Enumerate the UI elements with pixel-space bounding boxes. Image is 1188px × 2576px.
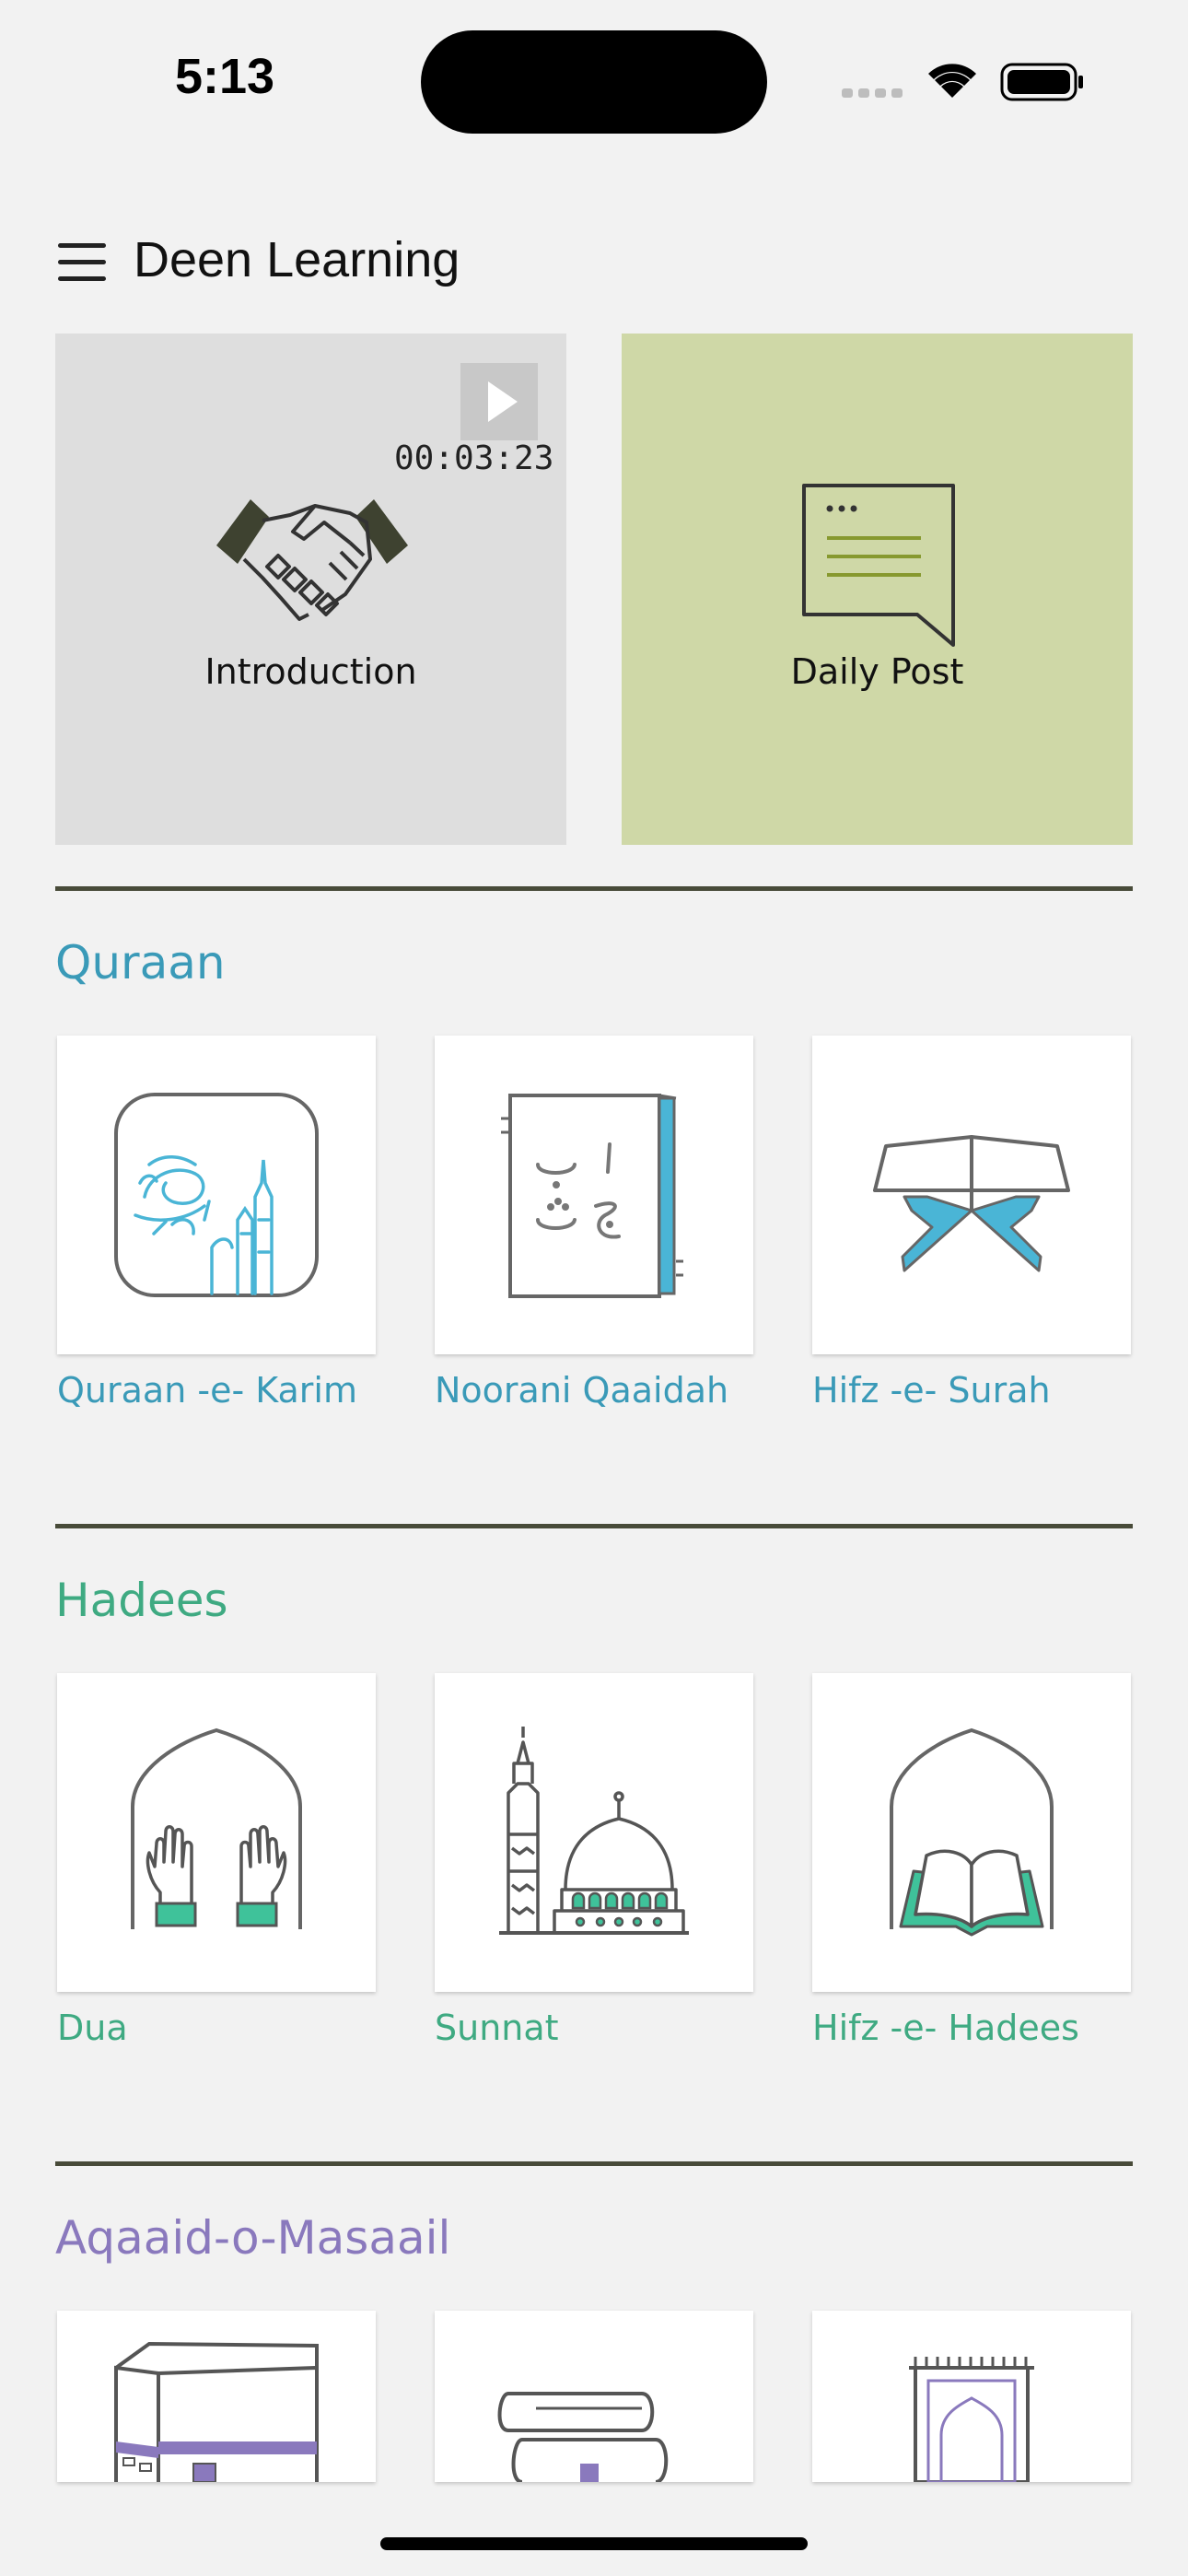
prayer-mat-card[interactable] xyxy=(812,2311,1131,2482)
status-icons xyxy=(842,63,1083,101)
app-title: Deen Learning xyxy=(134,232,460,287)
quran-stand-icon xyxy=(873,1135,1070,1272)
prayer-mat-icon xyxy=(909,2357,1034,2482)
sunnat-card[interactable] xyxy=(435,1673,753,1992)
cellular-signal-icon xyxy=(842,88,903,98)
message-bubble-icon xyxy=(802,484,955,647)
hifz-e-surah-card[interactable] xyxy=(812,1036,1131,1354)
hamburger-icon-line xyxy=(58,260,106,264)
hamburger-icon-line xyxy=(58,243,106,248)
section-divider xyxy=(55,1524,1133,1528)
app-header: Deen Learning xyxy=(0,217,1188,309)
section-title-aqaaid: Aqaaid-o-Masaail xyxy=(55,2211,451,2265)
handshake-icon xyxy=(216,499,408,621)
hifz-e-surah-label[interactable]: Hifz -e- Surah xyxy=(812,1370,1051,1411)
status-time: 5:13 xyxy=(175,49,275,104)
introduction-label: Introduction xyxy=(204,651,417,692)
arabic-alphabet-book-icon xyxy=(501,1094,683,1298)
menu-button[interactable] xyxy=(55,240,109,286)
sunnat-label[interactable]: Sunnat xyxy=(435,2008,559,2048)
dynamic-island xyxy=(421,30,767,134)
section-title-hadees: Hadees xyxy=(55,1574,228,1627)
dua-card[interactable] xyxy=(57,1673,376,1992)
video-duration: 00:03:23 xyxy=(394,439,554,477)
section-divider xyxy=(55,2161,1133,2166)
play-icon xyxy=(488,381,518,422)
hifz-e-hadees-label[interactable]: Hifz -e- Hadees xyxy=(812,2008,1079,2048)
noorani-qaaidah-card[interactable] xyxy=(435,1036,753,1354)
quran-calligraphy-icon xyxy=(114,1093,319,1297)
kaaba-card[interactable] xyxy=(57,2311,376,2482)
open-book-arch-icon xyxy=(890,1727,1054,1937)
battery-icon xyxy=(1000,63,1083,101)
books-card[interactable] xyxy=(435,2311,753,2482)
kaaba-icon xyxy=(114,2341,319,2482)
play-button[interactable] xyxy=(460,363,538,440)
section-title-quraan: Quraan xyxy=(55,936,226,989)
home-indicator[interactable] xyxy=(380,2537,808,2550)
hamburger-icon-line xyxy=(58,276,106,281)
hifz-e-hadees-card[interactable] xyxy=(812,1673,1131,1992)
status-bar: 5:13 xyxy=(0,0,1188,166)
daily-post-label: Daily Post xyxy=(790,651,964,692)
daily-post-tile[interactable]: Daily Post xyxy=(622,334,1133,845)
introduction-tile[interactable]: 00:03:23 Introduction xyxy=(55,334,566,845)
quraan-e-karim-label[interactable]: Quraan -e- Karim xyxy=(57,1370,357,1411)
noorani-qaaidah-label[interactable]: Noorani Qaaidah xyxy=(435,1370,728,1411)
books-icon xyxy=(497,2392,669,2482)
praying-hands-icon xyxy=(131,1727,302,1929)
quraan-e-karim-card[interactable] xyxy=(57,1036,376,1354)
wifi-icon xyxy=(928,64,976,98)
section-divider xyxy=(55,886,1133,891)
mosque-icon xyxy=(499,1727,689,1935)
dua-label[interactable]: Dua xyxy=(57,2008,128,2048)
